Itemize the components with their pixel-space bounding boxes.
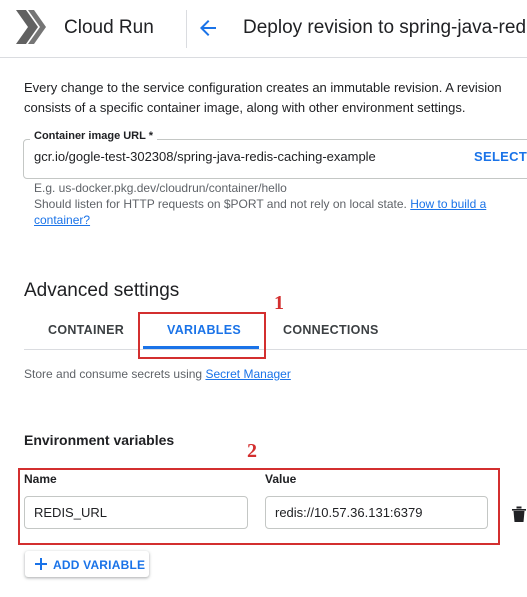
- tab-connections[interactable]: CONNECTIONS: [283, 323, 379, 337]
- annotation-box-1: [138, 312, 266, 359]
- secret-manager-link[interactable]: Secret Manager: [205, 367, 290, 381]
- image-hint-example: E.g. us-docker.pkg.dev/cloudrun/containe…: [34, 181, 287, 195]
- cloud-run-logo-icon: [16, 10, 46, 44]
- tabs-divider: [24, 349, 527, 350]
- secrets-text: Store and consume secrets using Secret M…: [24, 367, 291, 381]
- page-title: Deploy revision to spring-java-redis-cac…: [243, 17, 527, 38]
- tab-container[interactable]: CONTAINER: [48, 323, 124, 337]
- add-variable-label: ADD VARIABLE: [53, 558, 146, 572]
- arrow-back-icon[interactable]: [196, 16, 220, 40]
- intro-text: Every change to the service configuratio…: [24, 80, 502, 115]
- container-image-url-input[interactable]: gcr.io/gogle-test-302308/spring-java-red…: [34, 149, 376, 164]
- delete-icon[interactable]: [511, 505, 527, 523]
- page: Cloud Run Deploy revision to spring-java…: [0, 0, 527, 597]
- app-name: Cloud Run: [64, 17, 154, 38]
- advanced-settings-title: Advanced settings: [24, 280, 180, 301]
- secrets-text-label: Store and consume secrets using: [24, 367, 203, 381]
- container-image-label: Container image URL *: [30, 130, 157, 142]
- plus-icon: [35, 558, 47, 570]
- image-hint-listen-text: Should listen for HTTP requests on $PORT…: [34, 197, 407, 211]
- top-bar: Cloud Run Deploy revision to spring-java…: [0, 0, 527, 58]
- annotation-number-1: 1: [274, 292, 284, 314]
- select-image-button[interactable]: SELECT: [474, 149, 527, 164]
- env-variables-title: Environment variables: [24, 432, 175, 448]
- header-divider: [186, 10, 187, 48]
- annotation-number-2: 2: [247, 440, 257, 462]
- add-variable-button[interactable]: ADD VARIABLE: [25, 551, 149, 577]
- image-hint-listen: Should listen for HTTP requests on $PORT…: [34, 196, 514, 228]
- annotation-box-2: [18, 468, 500, 545]
